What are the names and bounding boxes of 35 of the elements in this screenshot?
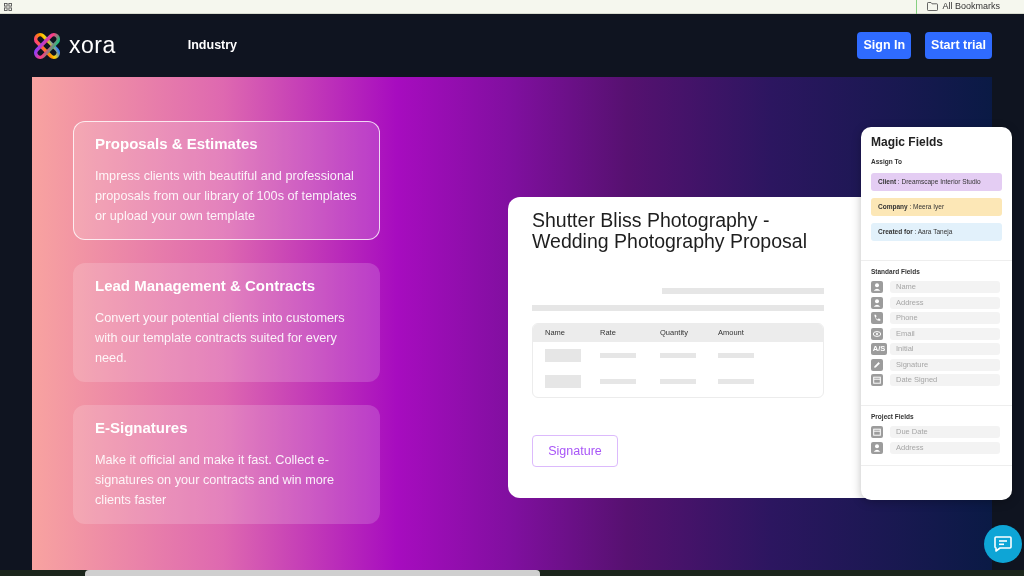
eye-icon — [871, 327, 883, 340]
chat-icon — [994, 536, 1012, 552]
feature-description: Convert your potential clients into customers with our template contracts suited for every need. — [95, 310, 346, 367]
placeholder-bar — [660, 378, 696, 384]
phone-icon — [871, 312, 883, 324]
person-icon — [871, 281, 883, 293]
pen-icon — [871, 358, 883, 371]
person-icon — [871, 441, 883, 454]
feature-title: Proposals & Estimates — [95, 134, 259, 153]
feature-description: Make it official and make it fast. Collect e-signatures on your contracts and win more clients faster — [95, 452, 336, 509]
start-trial-button[interactable]: Start trial — [925, 32, 992, 59]
nav-link[interactable]: Industry — [187, 36, 238, 55]
bookmarks-label[interactable]: All Bookmarks — [942, 2, 1000, 11]
logo-icon[interactable] — [32, 30, 62, 61]
placeholder-bar — [718, 352, 754, 358]
feature-description: Impress clients with beautiful and professional proposals from our library of 100s of templates or upload your own template — [95, 168, 358, 225]
proposal-title: Shutter Bliss Photography - Wedding Photography Proposal — [532, 210, 808, 252]
apps-grid-icon[interactable] — [4, 2, 12, 11]
person-icon — [871, 296, 883, 309]
placeholder-bar — [718, 378, 754, 384]
placeholder-bar — [545, 374, 581, 388]
placeholder-bar — [660, 352, 696, 358]
signature-button[interactable]: Signature — [532, 435, 618, 467]
placeholder-bar — [600, 352, 636, 358]
panel-title: Magic Fields — [871, 135, 945, 149]
feature-title: E-Signatures — [95, 418, 189, 437]
chat-button[interactable] — [984, 525, 1022, 563]
brand-name[interactable]: xora — [69, 34, 116, 57]
sign-in-button[interactable]: Sign In — [857, 32, 912, 59]
placeholder-bar — [545, 348, 581, 362]
folder-icon — [927, 2, 939, 11]
calendar-icon — [871, 426, 883, 438]
placeholder-bar — [600, 378, 636, 384]
feature-title: Lead Management & Contracts — [95, 276, 317, 295]
calendar-icon — [871, 374, 883, 386]
